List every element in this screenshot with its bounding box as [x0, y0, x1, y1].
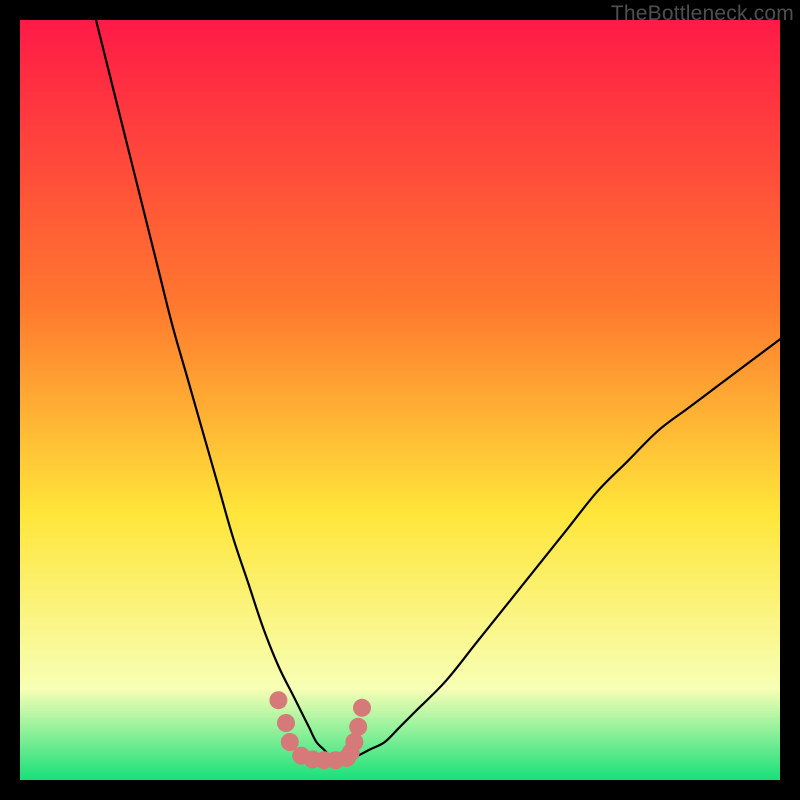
bottleneck-chart: [20, 20, 780, 780]
marker-dot: [277, 714, 295, 732]
marker-dot: [353, 699, 371, 717]
marker-dot: [345, 733, 363, 751]
watermark-label: TheBottleneck.com: [611, 2, 794, 26]
gradient-background: [20, 20, 780, 780]
marker-dot: [349, 718, 367, 736]
marker-dot: [269, 691, 287, 709]
